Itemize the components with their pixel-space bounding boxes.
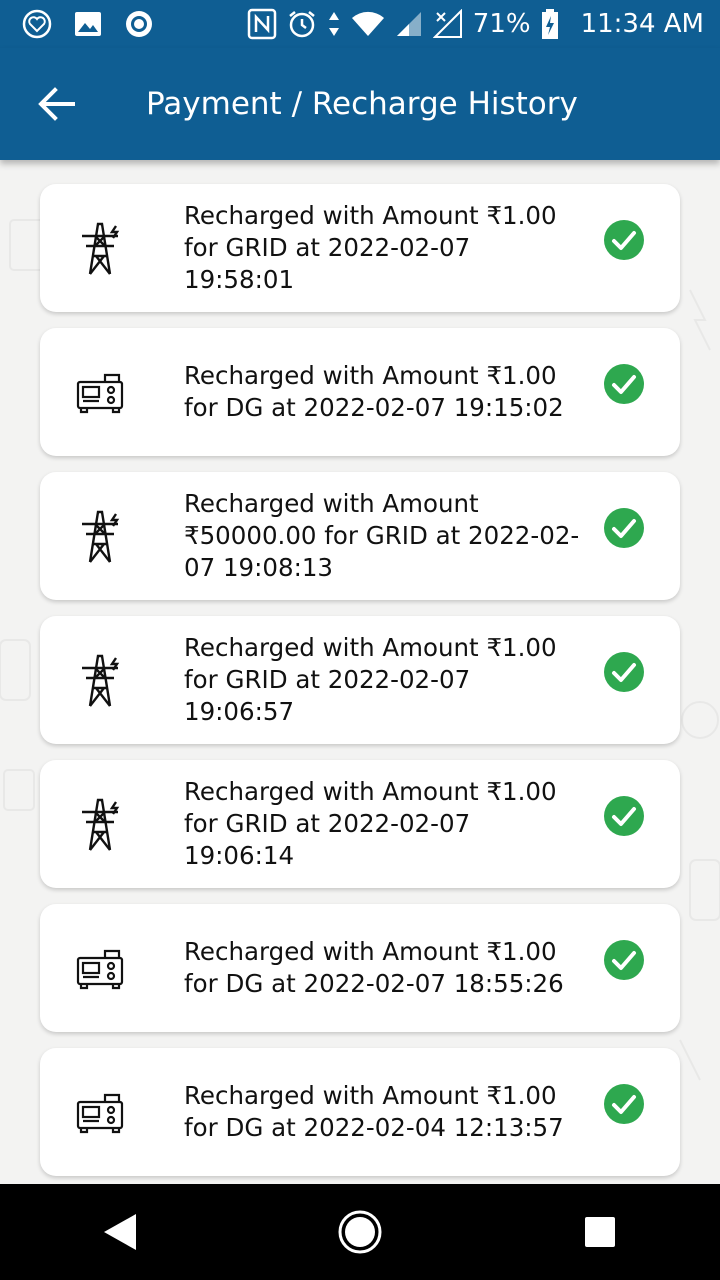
history-card[interactable]: Recharged with Amount ₹1.00 for DG at 20… [40, 904, 680, 1032]
back-triangle-icon [104, 1214, 136, 1250]
recents-square-icon [585, 1217, 615, 1247]
nav-back-button[interactable] [80, 1192, 160, 1272]
history-text: Recharged with Amount ₹1.00 for GRID at … [184, 201, 557, 294]
page-title: Payment / Recharge History [146, 86, 578, 122]
battery-charging-icon [541, 8, 559, 40]
battery-percent: 71% [472, 9, 531, 39]
history-card[interactable]: Recharged with Amount ₹50000.00 for GRID… [40, 472, 680, 600]
power-tower-icon [40, 760, 160, 888]
system-nav-bar [0, 1184, 720, 1280]
history-card[interactable]: Recharged with Amount ₹1.00 for GRID at … [40, 184, 680, 312]
data-arrows-icon [327, 10, 341, 38]
back-button[interactable] [28, 76, 84, 132]
history-card[interactable]: Recharged with Amount ₹1.00 for GRID at … [40, 760, 680, 888]
history-list: Recharged with Amount ₹1.00 for GRID at … [40, 184, 680, 1184]
history-text: Recharged with Amount ₹1.00 for GRID at … [184, 777, 557, 870]
power-tower-icon [40, 184, 160, 312]
success-check-icon [604, 652, 644, 692]
nav-home-button[interactable] [320, 1192, 400, 1272]
success-check-icon [604, 508, 644, 548]
circle-app-icon [124, 9, 154, 39]
app-bar: Payment / Recharge History [0, 48, 720, 160]
success-check-icon [604, 364, 644, 404]
signal-icon [395, 10, 423, 38]
status-bar: 71% 11:34 AM [0, 0, 720, 48]
history-card[interactable]: Recharged with Amount ₹1.00 for GRID at … [40, 616, 680, 744]
history-list-container[interactable]: Recharged with Amount ₹1.00 for GRID at … [0, 160, 720, 1184]
success-check-icon [604, 940, 644, 980]
power-tower-icon [40, 472, 160, 600]
history-text: Recharged with Amount ₹1.00 for DG at 20… [184, 361, 564, 422]
history-card[interactable]: Recharged with Amount ₹1.00 for DG at 20… [40, 1048, 680, 1176]
wifi-icon [351, 10, 385, 38]
generator-icon [40, 328, 160, 456]
home-circle-icon [338, 1210, 382, 1254]
nav-recents-button[interactable] [560, 1192, 640, 1272]
nfc-icon [247, 8, 277, 40]
no-sim-icon [432, 9, 463, 39]
history-text: Recharged with Amount ₹1.00 for GRID at … [184, 633, 557, 726]
generator-icon [40, 1048, 160, 1176]
success-check-icon [604, 1084, 644, 1124]
heart-app-icon [22, 9, 52, 39]
power-tower-icon [40, 616, 160, 744]
history-text: Recharged with Amount ₹1.00 for DG at 20… [184, 1081, 564, 1142]
image-icon [74, 11, 102, 37]
back-arrow-icon [38, 87, 75, 121]
alarm-icon [287, 9, 317, 39]
history-card[interactable]: Recharged with Amount ₹1.00 for DG at 20… [40, 328, 680, 456]
clock: 11:34 AM [580, 9, 704, 39]
history-text: Recharged with Amount ₹50000.00 for GRID… [184, 489, 580, 582]
success-check-icon [604, 220, 644, 260]
history-text: Recharged with Amount ₹1.00 for DG at 20… [184, 937, 564, 998]
success-check-icon [604, 796, 644, 836]
generator-icon [40, 904, 160, 1032]
